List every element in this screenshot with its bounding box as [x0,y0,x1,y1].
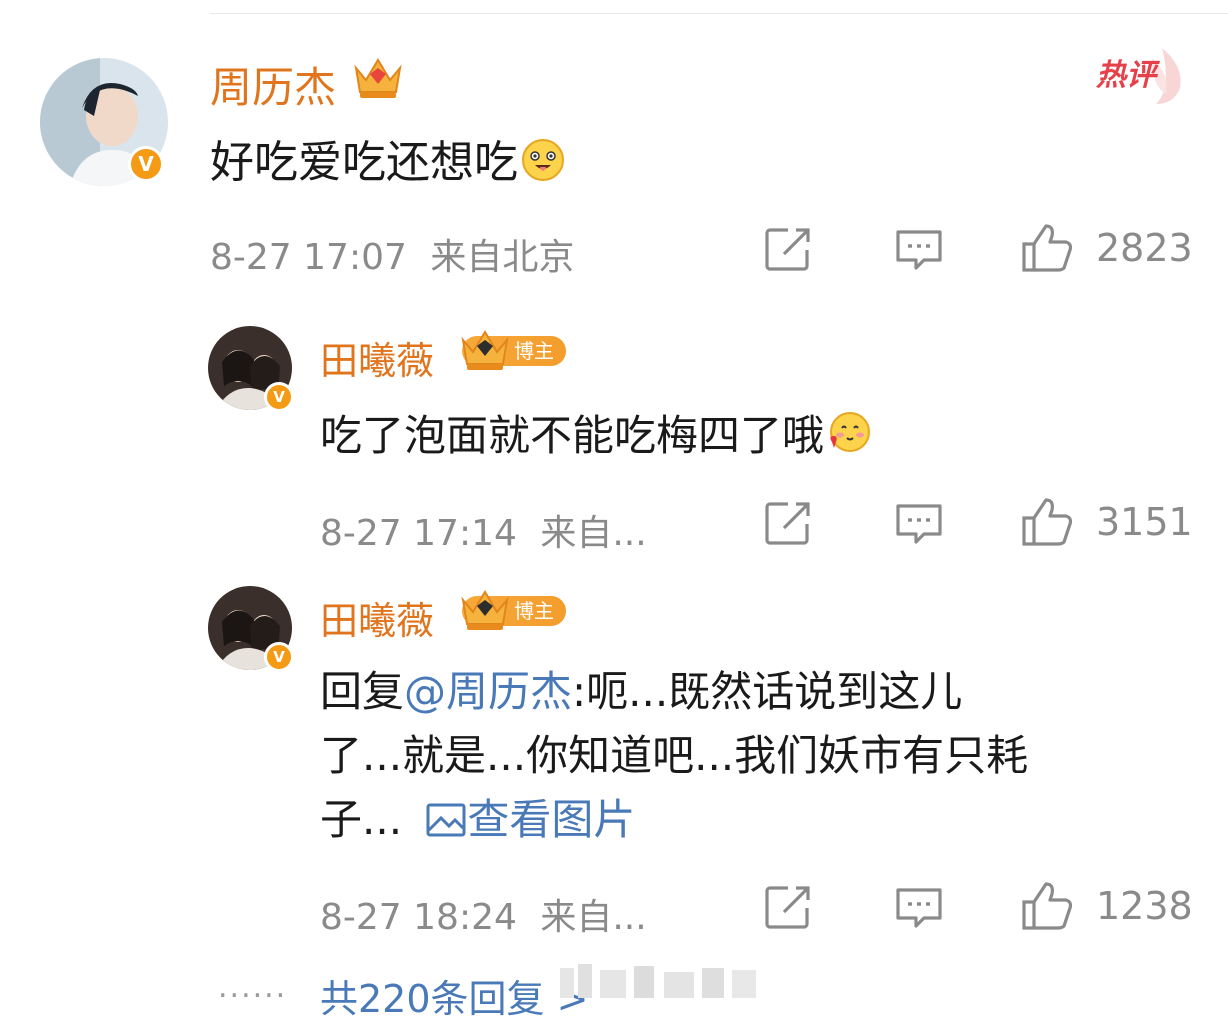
comment-icon[interactable] [894,502,944,546]
comment-text-body: 好吃爱吃还想吃 [210,137,518,188]
share-icon[interactable] [764,226,814,272]
mention-link[interactable]: @周历杰 [404,667,572,716]
avatar-tian[interactable]: V [208,326,294,412]
reply-author-name[interactable]: 田曦薇 [320,330,434,385]
hot-comment-badge: 热评 [1096,48,1188,106]
crown-icon [461,590,509,630]
like-icon[interactable] [1020,222,1074,274]
comment-icon[interactable] [894,228,944,272]
comment-author-name[interactable]: 周历杰 [210,54,336,115]
reply-meta: 8-27 18:24 来自... [320,888,647,940]
blogger-badge-label: 博主 [514,339,554,363]
comment-time: 8-27 17:07 [210,237,407,278]
top-divider [210,13,1228,14]
reply-text: 回复@周历杰:呃...既然话说到这儿 了...就是...你知道吧...我们妖市有… [320,660,1200,852]
crown-icon [461,330,509,370]
reply-meta: 8-27 17:14 来自... [320,504,647,556]
more-replies-dots: ...... [218,970,288,1005]
verified-v-icon: V [128,146,164,182]
view-image-label: 查看图片 [467,795,636,844]
watermark-overlay [560,962,760,1002]
reply-time: 8-27 18:24 [320,897,517,938]
love-emoji-icon [830,412,871,452]
avatar-zhou[interactable]: V [40,58,168,186]
drooling-emoji-icon [522,139,564,181]
reply-text-body: 吃了泡面就不能吃梅四了哦 [320,411,825,460]
like-icon[interactable] [1020,880,1074,932]
comment-icon[interactable] [894,886,944,930]
share-icon[interactable] [764,884,814,930]
reply-text-part: 子... [320,795,403,844]
like-count: 2823 [1096,226,1193,270]
reply-author-name[interactable]: 田曦薇 [320,590,434,645]
crown-icon [354,58,402,98]
image-icon [426,803,466,837]
reply-time: 8-27 17:14 [320,513,517,554]
reply-text-line-3: 子... 查看图片 [320,788,1200,852]
blogger-badge-label: 博主 [514,599,554,623]
like-icon[interactable] [1020,496,1074,548]
hot-label: 热评 [1096,58,1156,93]
more-replies-link[interactable]: 共220条回复 > [320,968,588,1023]
like-count: 3151 [1096,500,1193,544]
verified-v-icon: V [264,382,294,412]
reply-text-part: 了...就是...你知道吧...我们妖市有只耗 [320,731,1029,780]
reply-prefix: 回复 [320,667,405,716]
comment-meta: 8-27 17:07 来自北京 [210,228,574,280]
verified-v-icon: V [264,642,294,672]
view-image-link[interactable]: 查看图片 [415,795,635,844]
reply-location: 来自... [540,897,647,938]
comment-text: 好吃爱吃还想吃 [210,126,566,190]
reply-text: 吃了泡面就不能吃梅四了哦 [320,402,872,463]
share-icon[interactable] [764,500,814,546]
reply-text-part: :呃...既然话说到这儿 [572,667,963,716]
comment-location: 来自北京 [430,237,575,278]
reply-location: 来自... [540,513,647,554]
avatar-tian[interactable]: V [208,586,294,672]
like-count: 1238 [1096,884,1193,928]
reply-text-line-1: 回复@周历杰:呃...既然话说到这儿 [320,660,1200,724]
